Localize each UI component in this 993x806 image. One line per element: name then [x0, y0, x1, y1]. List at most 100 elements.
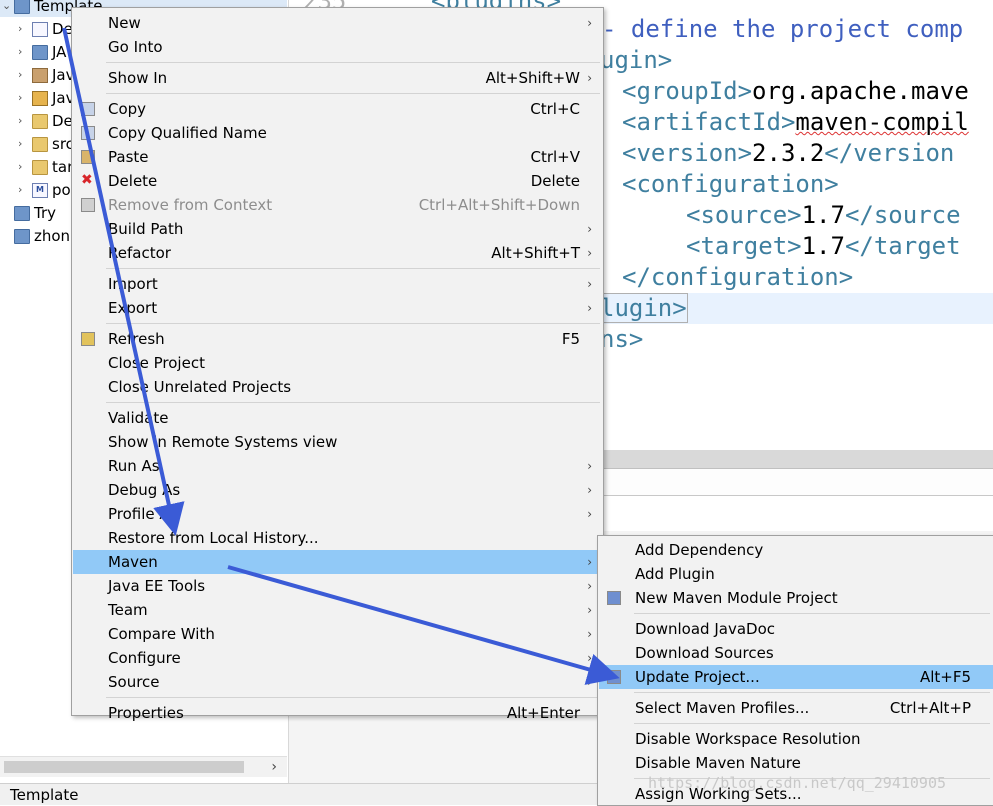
menu-item-team[interactable]: Team ›: [73, 598, 602, 622]
menu-item-refactor[interactable]: Refactor Alt+Shift+T ›: [73, 241, 602, 265]
tree-item-label: De: [52, 20, 73, 38]
xml-tag: </version: [824, 139, 955, 167]
scrollbar-thumb[interactable]: [4, 761, 244, 773]
submenu-arrow-icon: ›: [587, 555, 592, 569]
menu-item-label: Go Into: [108, 38, 163, 56]
menu-item-close-project[interactable]: Close Project: [73, 351, 602, 375]
menu-item-configure[interactable]: Configure ›: [73, 646, 602, 670]
menu-item-label: Copy: [108, 100, 147, 118]
folder-icon: [32, 137, 48, 152]
menu-item-label: Add Dependency: [635, 541, 764, 559]
chevron-right-icon[interactable]: ›: [18, 64, 28, 86]
submenu-arrow-icon: ›: [587, 277, 592, 291]
menu-item-new[interactable]: New ›: [73, 11, 602, 35]
code-line[interactable]: ugin>: [600, 45, 672, 76]
chevron-right-icon[interactable]: ›: [18, 87, 28, 109]
menu-item-paste[interactable]: Paste Ctrl+V: [73, 145, 602, 169]
menu-item-delete[interactable]: ✖ Delete Delete: [73, 169, 602, 193]
menu-item-compare-with[interactable]: Compare With ›: [73, 622, 602, 646]
explorer-horizontal-scrollbar[interactable]: ›: [0, 756, 287, 777]
menu-item-build-path[interactable]: Build Path ›: [73, 217, 602, 241]
menu-item-label: Update Project...: [635, 668, 760, 686]
menu-item-validate[interactable]: Validate: [73, 406, 602, 430]
submenu-arrow-icon: ›: [587, 246, 592, 260]
status-text: Template: [10, 786, 79, 804]
menu-item-maven[interactable]: Maven ›: [73, 550, 602, 574]
menu-item-label: Maven: [108, 553, 158, 571]
pom-file-icon: M: [32, 183, 48, 198]
code-line[interactable]: <source>1.7</source: [686, 200, 961, 231]
menu-item-refresh[interactable]: Refresh F5: [73, 327, 602, 351]
chevron-right-icon[interactable]: ›: [18, 156, 28, 178]
menu-item-label: New: [108, 14, 141, 32]
menu-item-close-unrelated-projects[interactable]: Close Unrelated Projects: [73, 375, 602, 399]
copy-qualified-icon: [81, 126, 95, 140]
scroll-right-icon[interactable]: ›: [271, 757, 277, 777]
code-line[interactable]: <artifactId>maven-compil: [622, 107, 969, 138]
menu-item-label: Refresh: [108, 330, 165, 348]
menu-item-new-maven-module-project[interactable]: New Maven Module Project: [599, 586, 993, 610]
xml-text: maven-compil: [795, 108, 969, 136]
xml-text: 1.7: [801, 201, 845, 229]
chevron-right-icon[interactable]: ›: [18, 18, 28, 40]
code-line[interactable]: lugin>: [599, 293, 688, 324]
menu-item-label: Show In: [108, 69, 168, 87]
code-line[interactable]: ns>: [600, 324, 643, 355]
menu-item-go-into[interactable]: Go Into: [73, 35, 602, 59]
menu-item-java-ee-tools[interactable]: Java EE Tools ›: [73, 574, 602, 598]
xml-tag: </source: [844, 201, 961, 229]
submenu-arrow-icon: ›: [587, 16, 592, 30]
menu-item-copy[interactable]: Copy Ctrl+C: [73, 97, 602, 121]
menu-separator: [106, 323, 600, 324]
chevron-right-icon[interactable]: ›: [18, 133, 28, 155]
code-line[interactable]: <version>2.3.2</version: [622, 138, 954, 169]
menu-item-disable-workspace-resolution[interactable]: Disable Workspace Resolution: [599, 727, 993, 751]
menu-item-restore-from-local-history[interactable]: Restore from Local History...: [73, 526, 602, 550]
chevron-right-icon[interactable]: ›: [18, 110, 28, 132]
menu-item-label: Copy Qualified Name: [108, 124, 267, 142]
chevron-right-icon[interactable]: ›: [18, 179, 28, 201]
menu-item-label: Configure: [108, 649, 181, 667]
menu-item-label: Build Path: [108, 220, 184, 238]
menu-item-export[interactable]: Export ›: [73, 296, 602, 320]
menu-item-label: Remove from Context: [108, 196, 273, 214]
menu-item-show-in-remote-systems-view[interactable]: Show in Remote Systems view: [73, 430, 602, 454]
code-line[interactable]: - define the project comp: [602, 14, 963, 45]
chevron-down-icon[interactable]: ⌄: [2, 0, 12, 17]
menu-item-properties[interactable]: Properties Alt+Enter: [73, 701, 602, 725]
menu-item-run-as[interactable]: Run As ›: [73, 454, 602, 478]
code-line[interactable]: </configuration>: [622, 262, 853, 293]
menu-item-download-javadoc[interactable]: Download JavaDoc: [599, 617, 993, 641]
menu-item-shortcut: F5: [561, 330, 580, 348]
menu-item-update-project[interactable]: Update Project... Alt+F5: [599, 665, 993, 689]
menu-item-download-sources[interactable]: Download Sources: [599, 641, 993, 665]
menu-item-shortcut: Alt+Shift+T: [491, 244, 580, 262]
menu-item-source[interactable]: Source ›: [73, 670, 602, 694]
code-line[interactable]: <configuration>: [622, 169, 839, 200]
menu-separator: [106, 402, 600, 403]
project-icon: [14, 0, 30, 14]
code-line[interactable]: <target>1.7</target: [686, 231, 961, 262]
menu-item-add-plugin[interactable]: Add Plugin: [599, 562, 993, 586]
menu-item-disable-maven-nature[interactable]: Disable Maven Nature: [599, 751, 993, 775]
xml-tag: ns>: [600, 325, 644, 353]
xml-text: 1.7: [801, 232, 845, 260]
menu-separator: [106, 62, 600, 63]
chevron-right-icon[interactable]: ›: [18, 41, 28, 63]
menu-item-select-maven-profiles[interactable]: Select Maven Profiles... Ctrl+Alt+P: [599, 696, 993, 720]
submenu-arrow-icon: ›: [587, 627, 592, 641]
menu-item-debug-as[interactable]: Debug As ›: [73, 478, 602, 502]
menu-item-add-dependency[interactable]: Add Dependency: [599, 538, 993, 562]
menu-item-show-in[interactable]: Show In Alt+Shift+W ›: [73, 66, 602, 90]
xml-tag: <source>: [686, 201, 802, 229]
menu-item-label: Close Unrelated Projects: [108, 378, 292, 396]
menu-item-copy-qualified-name[interactable]: Copy Qualified Name: [73, 121, 602, 145]
menu-item-label: Delete: [108, 172, 158, 190]
menu-item-shortcut: Ctrl+C: [530, 100, 580, 118]
submenu-arrow-icon: ›: [587, 459, 592, 473]
code-line[interactable]: <groupId>org.apache.mave: [622, 76, 969, 107]
tree-item-label: zhon: [34, 227, 71, 245]
menu-item-profile-as[interactable]: Profile As ›: [73, 502, 602, 526]
context-menu: New › Go Into Show In Alt+Shift+W › Copy Ctrl+C…: [71, 7, 604, 722]
menu-item-import[interactable]: Import ›: [73, 272, 602, 296]
